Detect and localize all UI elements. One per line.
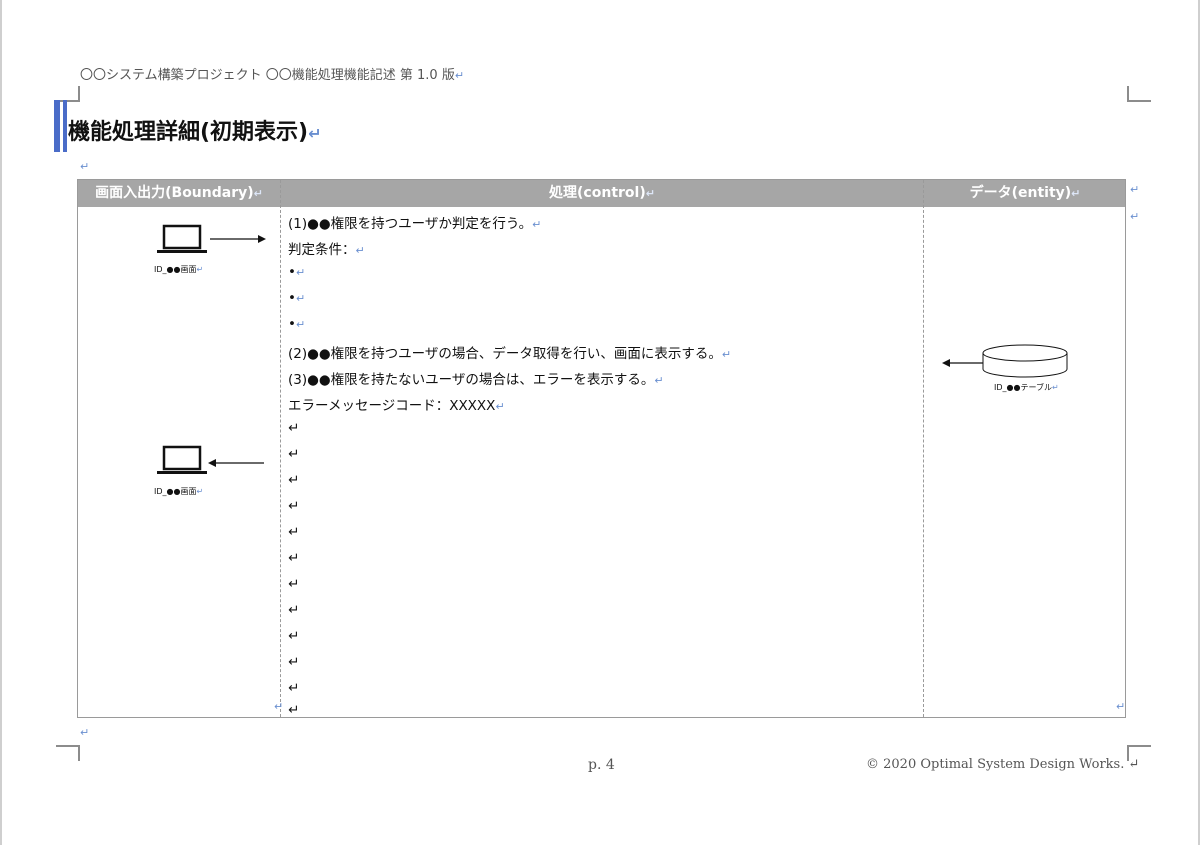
control-line: •↵ <box>288 290 306 306</box>
title-accent-bar-thin <box>63 100 67 152</box>
return-mark-icon: ↵ <box>274 700 284 713</box>
crop-mark-top-right <box>1127 86 1151 102</box>
empty-paragraph: ↵ <box>288 472 300 488</box>
database-icon <box>982 344 1068 378</box>
control-line: (2)●●権限を持つユーザの場合、データ取得を行い、画面に表示する。↵ <box>288 346 732 362</box>
arrow-icon <box>210 235 266 243</box>
section-title-text: 機能処理詳細(初期表示) <box>68 120 309 145</box>
column-header-entity: データ(entity)↵ <box>969 185 1081 201</box>
empty-paragraph: ↵ <box>288 628 300 644</box>
footer-copyright: © 2020 Optimal System Design Works. ↵ <box>866 757 1140 772</box>
control-line: エラーメッセージコード：XXXXX↵ <box>288 398 505 414</box>
empty-paragraph: ↵ <box>288 702 300 718</box>
laptop-icon <box>157 445 207 474</box>
control-line: (3)●●権限を持たないユーザの場合は、エラーを表示する。↵ <box>288 372 664 388</box>
empty-paragraph: ↵ <box>288 602 300 618</box>
empty-paragraph: ↵ <box>288 550 300 566</box>
empty-paragraph: ↵ <box>288 524 300 540</box>
empty-paragraph: ↵ <box>288 420 300 436</box>
return-mark-icon: ↵ <box>1116 700 1126 713</box>
empty-paragraph: ↵ <box>288 654 300 670</box>
control-line: •↵ <box>288 316 306 332</box>
function-table: 画面入出力(Boundary)↵ 処理(control)↵ データ(entity… <box>77 179 1126 718</box>
return-mark-icon: ↵ <box>454 69 465 82</box>
title-accent-bar <box>54 100 60 152</box>
return-mark-icon: ↵ <box>80 726 90 739</box>
empty-paragraph: ↵ <box>288 446 300 462</box>
arrow-icon <box>208 459 264 467</box>
page-number: p. 4 <box>588 757 615 773</box>
empty-paragraph: ↵ <box>288 498 300 514</box>
empty-paragraph: ↵ <box>288 576 300 592</box>
return-mark-icon: ↵ <box>80 160 90 173</box>
control-line: (1)●●権限を持つユーザか判定を行う。↵ <box>288 216 542 232</box>
header-text: 〇〇システム構築プロジェクト 〇〇機能処理機能記述 第 1.0 版 <box>80 68 455 83</box>
empty-paragraph: ↵ <box>288 680 300 696</box>
return-mark-icon: ↵ <box>1130 183 1140 196</box>
crop-mark-bottom-left <box>56 745 80 761</box>
return-mark-icon: ↵ <box>1130 210 1140 223</box>
control-line: 判定条件：↵ <box>288 242 365 258</box>
screen-label: ID_●●画面↵ <box>154 487 204 496</box>
table-label: ID_●●テーブル↵ <box>994 383 1059 392</box>
column-divider <box>280 180 281 717</box>
page-border-left <box>0 0 2 845</box>
table-header-row: 画面入出力(Boundary)↵ 処理(control)↵ データ(entity… <box>78 180 1125 207</box>
laptop-icon <box>157 224 207 253</box>
column-divider <box>923 180 924 717</box>
document-header: 〇〇システム構築プロジェクト 〇〇機能処理機能記述 第 1.0 版↵ <box>80 64 464 83</box>
screen-label: ID_●●画面↵ <box>154 265 204 274</box>
control-line: •↵ <box>288 264 306 280</box>
column-header-control: 処理(control)↵ <box>549 185 655 201</box>
section-title: 機能処理詳細(初期表示)↵ <box>68 114 322 146</box>
column-header-boundary: 画面入出力(Boundary)↵ <box>95 185 263 201</box>
return-mark-icon: ↵ <box>308 124 322 143</box>
arrow-icon <box>942 359 984 367</box>
